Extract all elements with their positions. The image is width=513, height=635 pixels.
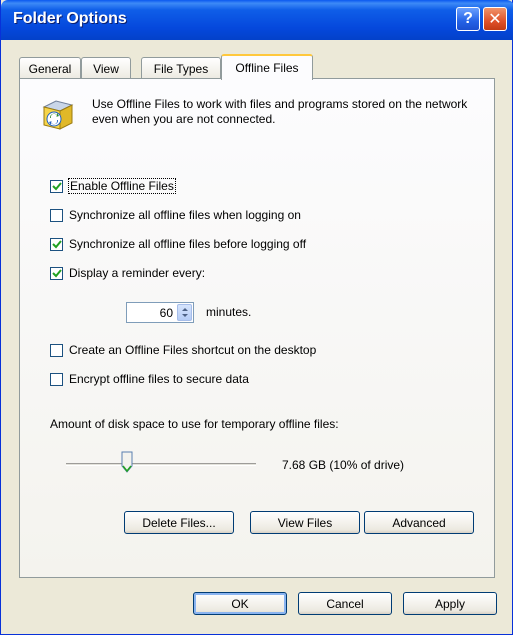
encrypt-files-option[interactable]: Encrypt offline files to secure data bbox=[50, 372, 249, 386]
view-files-button[interactable]: View Files bbox=[250, 511, 360, 534]
disk-space-slider-thumb[interactable] bbox=[121, 451, 133, 473]
close-icon: ✕ bbox=[488, 11, 502, 28]
spin-down-icon[interactable] bbox=[181, 314, 188, 317]
offline-files-sync-icon bbox=[40, 97, 76, 133]
sync-before-logoff-label: Synchronize all offline files before log… bbox=[69, 237, 307, 251]
disk-space-slider-track[interactable] bbox=[66, 463, 256, 466]
tab-general[interactable]: General bbox=[19, 57, 81, 79]
offline-files-panel: Use Offline Files to work with files and… bbox=[19, 78, 495, 578]
tab-offline-files[interactable]: Offline Files bbox=[221, 54, 313, 80]
help-button[interactable]: ? bbox=[456, 7, 480, 31]
minutes-unit-label: minutes. bbox=[206, 305, 252, 319]
sync-on-logon-option[interactable]: Synchronize all offline files when loggi… bbox=[50, 208, 301, 222]
title-bar[interactable]: Folder Options ? ✕ bbox=[1, 0, 513, 40]
apply-button[interactable]: Apply bbox=[403, 592, 497, 615]
intro-text: Use Offline Files to work with files and… bbox=[92, 97, 468, 126]
enable-offline-files-label: Enable Offline Files bbox=[68, 178, 176, 194]
create-shortcut-checkbox[interactable] bbox=[50, 343, 63, 357]
sync-on-logon-checkbox[interactable] bbox=[50, 208, 63, 222]
cancel-button[interactable]: Cancel bbox=[298, 592, 392, 615]
create-shortcut-label: Create an Offline Files shortcut on the … bbox=[69, 343, 317, 357]
enable-offline-files-option[interactable]: Enable Offline Files bbox=[50, 178, 176, 194]
tab-file-types[interactable]: File Types bbox=[141, 57, 221, 79]
tab-view[interactable]: View bbox=[81, 57, 131, 79]
create-shortcut-option[interactable]: Create an Offline Files shortcut on the … bbox=[50, 343, 316, 357]
spin-up-icon[interactable] bbox=[181, 308, 188, 311]
folder-options-window: Folder Options ? ✕ General View File Typ… bbox=[0, 0, 513, 635]
spinner-buttons[interactable] bbox=[177, 304, 192, 321]
disk-space-readout: 7.68 GB (10% of drive) bbox=[282, 458, 405, 472]
display-reminder-option[interactable]: Display a reminder every: bbox=[50, 266, 205, 280]
sync-on-logon-label: Synchronize all offline files when loggi… bbox=[69, 208, 301, 222]
display-reminder-label: Display a reminder every: bbox=[69, 266, 206, 280]
ok-button[interactable]: OK bbox=[193, 592, 287, 615]
delete-files-button[interactable]: Delete Files... bbox=[124, 511, 234, 534]
reminder-minutes-value[interactable]: 60 bbox=[160, 306, 173, 320]
close-button[interactable]: ✕ bbox=[483, 7, 507, 31]
advanced-button[interactable]: Advanced bbox=[364, 511, 474, 534]
sync-before-logoff-checkbox[interactable] bbox=[50, 237, 63, 251]
disk-space-label: Amount of disk space to use for temporar… bbox=[50, 417, 339, 431]
window-title: Folder Options bbox=[13, 10, 127, 27]
help-icon: ? bbox=[463, 10, 473, 27]
reminder-minutes-spinner[interactable]: 60 bbox=[126, 302, 194, 323]
encrypt-files-checkbox[interactable] bbox=[50, 372, 63, 386]
sync-before-logoff-option[interactable]: Synchronize all offline files before log… bbox=[50, 237, 306, 251]
display-reminder-checkbox[interactable] bbox=[50, 266, 63, 280]
enable-offline-files-checkbox[interactable] bbox=[50, 179, 63, 193]
encrypt-files-label: Encrypt offline files to secure data bbox=[69, 372, 249, 386]
